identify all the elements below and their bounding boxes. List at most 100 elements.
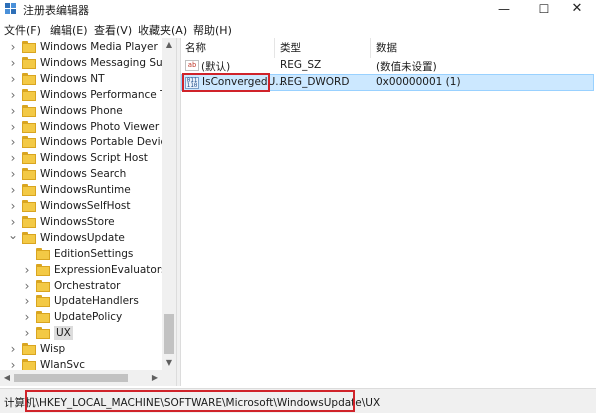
chevron-right-icon[interactable]: › bbox=[8, 120, 18, 134]
tree-item-label: WindowsSelfHost bbox=[40, 200, 131, 212]
folder-icon bbox=[36, 327, 50, 340]
status-bar: 计算机\HKEY_LOCAL_MACHINE\SOFTWARE\Microsof… bbox=[0, 388, 596, 413]
folder-icon bbox=[22, 215, 36, 228]
tree-item-label: Windows Portable Devices bbox=[40, 136, 176, 149]
tree-horizontal-scrollbar[interactable]: ◀ ▶ bbox=[0, 370, 176, 386]
tree-item[interactable]: › Windows Portable Devices bbox=[0, 134, 176, 150]
chevron-right-icon[interactable]: › bbox=[8, 215, 18, 229]
minimize-button[interactable]: — bbox=[487, 0, 521, 18]
tree-item[interactable]: › WindowsStore bbox=[0, 214, 162, 230]
chevron-right-icon[interactable]: › bbox=[8, 199, 18, 213]
folder-icon bbox=[22, 152, 36, 165]
tree-item[interactable]: ⌄ WindowsUpdate bbox=[0, 229, 162, 246]
menu-edit[interactable]: 编辑(E) bbox=[50, 22, 88, 38]
tree-horizontal-scroll-thumb[interactable] bbox=[14, 374, 128, 382]
tree-item[interactable]: › Windows NT bbox=[0, 71, 162, 87]
tree-item[interactable]: › UpdateHandlers bbox=[0, 293, 162, 309]
menu-help[interactable]: 帮助(H) bbox=[193, 22, 232, 38]
tree-item-label: ExpressionEvaluators bbox=[54, 263, 167, 276]
column-separator[interactable] bbox=[370, 38, 371, 58]
column-header-name[interactable]: 名称 bbox=[185, 40, 206, 55]
tree-item-label: Windows Search bbox=[40, 168, 127, 181]
value-type: REG_SZ bbox=[280, 59, 322, 71]
registry-key-tree[interactable]: › Windows Media Player NS › Windows Messagi… bbox=[0, 38, 176, 386]
folder-icon bbox=[22, 136, 36, 149]
menu-favorites[interactable]: 收藏夹(A) bbox=[138, 22, 187, 38]
tree-vertical-scroll-thumb[interactable] bbox=[164, 314, 174, 354]
chevron-right-icon[interactable]: › bbox=[8, 56, 18, 70]
regedit-app-icon bbox=[5, 3, 16, 14]
value-row-default[interactable]: ab (默认) REG_SZ (数值未设置) bbox=[181, 57, 594, 74]
folder-icon bbox=[22, 56, 36, 69]
tree-item-label: Windows Media Player NS bbox=[40, 41, 176, 53]
value-data: 0x00000001 (1) bbox=[376, 76, 461, 88]
chevron-right-icon[interactable]: › bbox=[8, 167, 18, 181]
chevron-right-icon[interactable]: › bbox=[8, 342, 18, 356]
chevron-down-icon[interactable]: ⌄ bbox=[8, 229, 18, 245]
folder-icon bbox=[22, 343, 36, 356]
folder-icon bbox=[22, 41, 36, 53]
tree-item[interactable]: › ExpressionEvaluators bbox=[0, 262, 167, 278]
chevron-right-icon[interactable]: › bbox=[22, 310, 32, 324]
chevron-right-icon[interactable]: › bbox=[22, 279, 32, 293]
chevron-right-icon[interactable]: › bbox=[8, 104, 18, 118]
tree-item[interactable]: EditionSettings bbox=[0, 246, 162, 262]
tree-item[interactable]: › Windows Media Player NS bbox=[0, 39, 176, 55]
chevron-right-icon[interactable]: › bbox=[8, 88, 18, 102]
folder-icon bbox=[36, 247, 50, 260]
maximize-button[interactable]: ☐ bbox=[527, 0, 561, 18]
column-header-data[interactable]: 数据 bbox=[376, 40, 397, 55]
tree-item[interactable]: › Windows Search bbox=[0, 166, 162, 182]
chevron-right-icon[interactable]: › bbox=[8, 151, 18, 165]
tree-item[interactable]: › WindowsRuntime bbox=[0, 182, 162, 198]
path-highlight-box bbox=[25, 390, 355, 412]
registry-value-list[interactable]: 名称 类型 数据 ab (默认) REG_SZ (数值未设置) 011 110 I… bbox=[181, 38, 596, 386]
tree-item-label: Windows Script Host bbox=[40, 152, 148, 165]
menu-view[interactable]: 查看(V) bbox=[94, 22, 132, 38]
menu-file[interactable]: 文件(F) bbox=[4, 22, 41, 38]
column-separator[interactable] bbox=[274, 38, 275, 58]
scroll-right-arrow-icon[interactable]: ▶ bbox=[148, 370, 162, 386]
tree-item[interactable]: › Windows Messaging Subs bbox=[0, 55, 175, 71]
chevron-right-icon[interactable]: › bbox=[22, 263, 32, 277]
chevron-right-icon[interactable]: › bbox=[8, 72, 18, 86]
chevron-right-icon[interactable]: › bbox=[8, 40, 18, 54]
folder-icon bbox=[22, 72, 36, 85]
folder-icon bbox=[36, 263, 50, 276]
tree-item[interactable]: › Windows Script Host bbox=[0, 150, 162, 166]
tree-vertical-scrollbar[interactable]: ▲ ▼ bbox=[162, 38, 176, 370]
scroll-up-arrow-icon[interactable]: ▲ bbox=[162, 38, 176, 52]
chevron-right-icon[interactable]: › bbox=[8, 135, 18, 149]
tree-item-label: UpdateHandlers bbox=[54, 295, 139, 308]
tree-item-label: UX bbox=[54, 326, 73, 341]
folder-icon bbox=[36, 311, 50, 324]
tree-item-label: Wisp bbox=[40, 343, 66, 356]
tree-item[interactable]: › Windows Photo Viewer bbox=[0, 119, 162, 135]
tree-item-label: EditionSettings bbox=[54, 247, 134, 260]
tree-item[interactable]: › WindowsSelfHost bbox=[0, 198, 162, 214]
folder-icon bbox=[36, 279, 50, 292]
tree-item[interactable]: › UX bbox=[0, 325, 162, 341]
tree-item[interactable]: › Orchestrator bbox=[0, 278, 162, 294]
value-data: (数值未设置) bbox=[376, 61, 437, 73]
folder-icon bbox=[22, 88, 36, 101]
column-header-type[interactable]: 类型 bbox=[280, 40, 301, 55]
value-type: REG_DWORD bbox=[280, 76, 350, 88]
tree-item[interactable]: › Windows Phone bbox=[0, 103, 162, 119]
scroll-down-arrow-icon[interactable]: ▼ bbox=[162, 356, 176, 370]
tree-item[interactable]: › Wisp bbox=[0, 341, 162, 357]
tree-item-label: Windows Photo Viewer bbox=[40, 120, 160, 133]
chevron-right-icon[interactable]: › bbox=[22, 326, 32, 340]
tree-item[interactable]: › Windows Performance Too bbox=[0, 87, 176, 103]
folder-icon bbox=[22, 184, 36, 197]
title-bar: 注册表编辑器 — ☐ ✕ bbox=[0, 0, 596, 18]
scroll-left-arrow-icon[interactable]: ◀ bbox=[0, 370, 14, 386]
chevron-right-icon[interactable]: › bbox=[8, 183, 18, 197]
folder-icon bbox=[22, 231, 36, 244]
close-button[interactable]: ✕ bbox=[560, 0, 594, 18]
tree-item[interactable]: › UpdatePolicy bbox=[0, 309, 162, 325]
tree-item-label: Windows Phone bbox=[40, 104, 123, 117]
chevron-right-icon[interactable]: › bbox=[22, 294, 32, 308]
tree-item-label: WindowsStore bbox=[40, 215, 115, 228]
string-value-icon: ab bbox=[185, 60, 199, 71]
